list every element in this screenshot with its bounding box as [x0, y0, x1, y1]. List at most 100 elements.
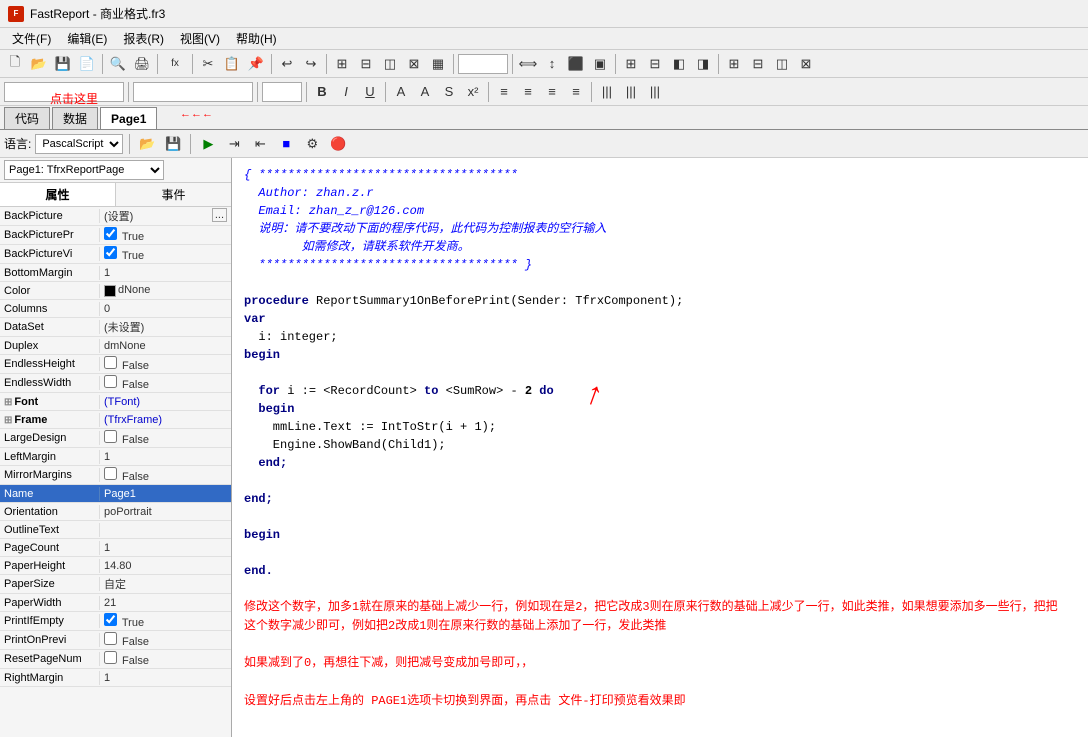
- toolbar-2: B I U A A S x² ≡ ≡ ≡ ≡ ||| ||| |||: [0, 78, 1088, 106]
- underline-btn[interactable]: U: [359, 81, 381, 103]
- tb22[interactable]: ⊠: [795, 53, 817, 75]
- prop-row-name: Name Page1: [0, 485, 231, 503]
- sep9: [718, 54, 719, 74]
- tb-f1[interactable]: |||: [596, 81, 618, 103]
- panel-tab-props[interactable]: 属性: [0, 183, 116, 206]
- copy-btn[interactable]: 📋: [221, 53, 243, 75]
- prop-row-orientation: Orientation poPortrait: [0, 503, 231, 521]
- panel-header: Page1: TfrxReportPage: [0, 158, 231, 183]
- tb9[interactable]: ⊠: [403, 53, 425, 75]
- sep8: [615, 54, 616, 74]
- menu-help[interactable]: 帮助(H): [228, 28, 285, 49]
- red-arrow: ↑: [576, 370, 610, 422]
- sep2: [157, 54, 158, 74]
- stop-btn[interactable]: ■: [275, 133, 297, 155]
- tab-page1[interactable]: Page1: [100, 107, 157, 129]
- prop-row-frame: ⊞Frame (TfrxFrame): [0, 411, 231, 429]
- prop-row-font: ⊞Font (TFont): [0, 393, 231, 411]
- script-x-btn[interactable]: 🔴: [327, 133, 349, 155]
- preview-btn[interactable]: 🔍: [107, 53, 129, 75]
- save-btn[interactable]: 💾: [52, 53, 74, 75]
- step2-btn[interactable]: ⇤: [249, 133, 271, 155]
- align-center-btn[interactable]: ≡: [517, 81, 539, 103]
- save2-btn[interactable]: 📄: [76, 53, 98, 75]
- tb13[interactable]: ⬛: [565, 53, 587, 75]
- bold-btn[interactable]: B: [311, 81, 333, 103]
- tb8[interactable]: ◫: [379, 53, 401, 75]
- font-size-input[interactable]: [262, 82, 302, 102]
- style-input[interactable]: [4, 82, 124, 102]
- save-script-btn[interactable]: 💾: [162, 133, 184, 155]
- step-btn[interactable]: ⇥: [223, 133, 245, 155]
- align-right-btn[interactable]: ≡: [541, 81, 563, 103]
- tb19[interactable]: ⊞: [723, 53, 745, 75]
- tb17[interactable]: ◧: [668, 53, 690, 75]
- tb21[interactable]: ◫: [771, 53, 793, 75]
- new-btn[interactable]: 🗋: [4, 53, 26, 75]
- paste-btn[interactable]: 📌: [245, 53, 267, 75]
- procedure-line: procedure ReportSummary1OnBeforePrint(Se…: [244, 292, 1076, 310]
- lang-label: 语言:: [4, 135, 31, 152]
- redo-btn[interactable]: ↪: [300, 53, 322, 75]
- tb18[interactable]: ◨: [692, 53, 714, 75]
- tb15[interactable]: ⊞: [620, 53, 642, 75]
- tab-data[interactable]: 数据: [52, 107, 98, 129]
- tb10[interactable]: ▦: [427, 53, 449, 75]
- align-left-btn[interactable]: ≡: [493, 81, 515, 103]
- lang-select[interactable]: PascalScript BasicScript CppScript: [35, 134, 123, 154]
- sub-btn[interactable]: x²: [462, 81, 484, 103]
- comment-block: { ************************************ A…: [244, 166, 1076, 274]
- undo-btn[interactable]: ↩: [276, 53, 298, 75]
- tb11[interactable]: ⟺: [517, 53, 539, 75]
- fsep4: [385, 82, 386, 102]
- sep4: [271, 54, 272, 74]
- prop-row-backpicture: BackPicture (设置) ...: [0, 207, 231, 226]
- align-justify-btn[interactable]: ≡: [565, 81, 587, 103]
- for-block: for i := <RecordCount> to <SumRow> - 2 d…: [244, 382, 1076, 472]
- strikeout-btn[interactable]: S: [438, 81, 460, 103]
- font-family-input[interactable]: [133, 82, 253, 102]
- prop-row-mirrormargins: MirrorMargins False: [0, 466, 231, 485]
- menu-edit[interactable]: 编辑(E): [59, 28, 115, 49]
- panel-tabs: 属性 事件: [0, 183, 231, 207]
- tb7[interactable]: ⊟: [355, 53, 377, 75]
- script-toolbar: 语言: PascalScript BasicScript CppScript 📂…: [0, 130, 1088, 158]
- zoom-input[interactable]: [458, 54, 508, 74]
- fsep6: [591, 82, 592, 102]
- annotation1: 修改这个数字，加多1就在原来的基础上减少一行，例如现在是2，把它改成3则在原来行…: [244, 598, 1064, 636]
- window-title: FastReport - 商业格式.fr3: [30, 5, 165, 22]
- panel-tab-events[interactable]: 事件: [116, 183, 231, 206]
- arrow-note: ←←←: [180, 108, 213, 120]
- cut-btn[interactable]: ✂: [197, 53, 219, 75]
- fsep5: [488, 82, 489, 102]
- code-editor[interactable]: { ************************************ A…: [232, 158, 1088, 737]
- script-cfg-btn[interactable]: ⚙: [301, 133, 323, 155]
- formula-btn[interactable]: fx: [162, 53, 188, 75]
- sep5: [326, 54, 327, 74]
- italic-btn[interactable]: I: [335, 81, 357, 103]
- menu-view[interactable]: 视图(V): [172, 28, 228, 49]
- font-color-btn[interactable]: A: [390, 81, 412, 103]
- tb6[interactable]: ⊞: [331, 53, 353, 75]
- tb-f2[interactable]: |||: [620, 81, 642, 103]
- begin3: begin: [244, 526, 1076, 544]
- menu-file[interactable]: 文件(F): [4, 28, 59, 49]
- panel-page-select[interactable]: Page1: TfrxReportPage: [4, 160, 164, 180]
- tb16[interactable]: ⊟: [644, 53, 666, 75]
- main-area: Page1: TfrxReportPage 属性 事件 BackPicture …: [0, 158, 1088, 737]
- prop-row-endlesswidth: EndlessWidth False: [0, 374, 231, 393]
- run-btn[interactable]: ▶: [197, 133, 219, 155]
- tb20[interactable]: ⊟: [747, 53, 769, 75]
- open-script-btn[interactable]: 📂: [136, 133, 158, 155]
- tab-code[interactable]: 代码: [4, 107, 50, 129]
- tb14[interactable]: ▣: [589, 53, 611, 75]
- highlight-btn[interactable]: A: [414, 81, 436, 103]
- sep1: [102, 54, 103, 74]
- tb12[interactable]: ↕: [541, 53, 563, 75]
- print-btn[interactable]: 🖨: [131, 53, 153, 75]
- left-panel: Page1: TfrxReportPage 属性 事件 BackPicture …: [0, 158, 232, 737]
- menu-report[interactable]: 报表(R): [115, 28, 172, 49]
- tb-f3[interactable]: |||: [644, 81, 666, 103]
- open-btn[interactable]: 📂: [28, 53, 50, 75]
- menu-bar: 文件(F) 编辑(E) 报表(R) 视图(V) 帮助(H): [0, 28, 1088, 50]
